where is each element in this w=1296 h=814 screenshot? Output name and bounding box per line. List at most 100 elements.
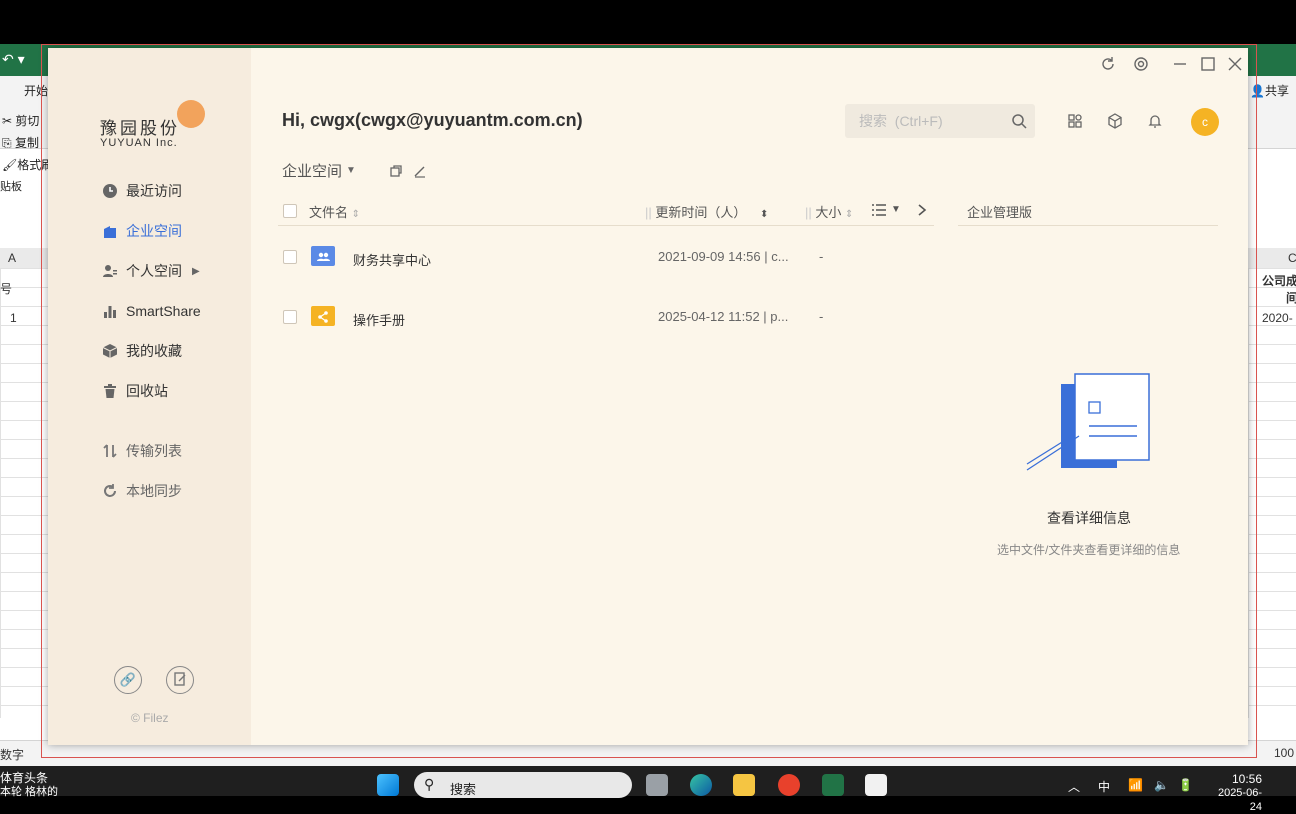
list-view-icon[interactable] xyxy=(869,200,889,220)
sidebar-item-transfer-list[interactable]: 传输列表 xyxy=(102,440,182,462)
sidebar-item-recycle-bin[interactable]: 回收站 xyxy=(102,380,168,402)
cell-a1[interactable]: 1 xyxy=(10,311,17,325)
caret-down-icon[interactable]: ▼ xyxy=(346,165,356,176)
file-updated: 2021-09-09 14:56 | c... xyxy=(658,249,789,264)
column-header-c[interactable]: C xyxy=(1288,251,1296,265)
clipboard-group-label: 贴板 xyxy=(0,181,22,193)
taskbar: 体育头条 本轮 格林的 ⚲ 搜索 ︿ 中 📶 🔈 🔋 10:56 2025-06… xyxy=(0,766,1296,813)
tab-enterprise-admin[interactable]: 企业管理版 xyxy=(967,202,1032,221)
filez-window: 豫园股份 YUYUAN Inc. 最近访问 企业空间 个人空间 ▶ SmartS… xyxy=(48,48,1248,745)
ime-indicator[interactable]: 中 xyxy=(1098,778,1110,795)
document-illustration-icon xyxy=(1026,373,1150,471)
minimize-icon[interactable] xyxy=(1170,54,1190,74)
sidebar-item-label: 个人空间 xyxy=(126,263,182,279)
column-header-name[interactable]: 文件名 ⇕ xyxy=(309,202,360,221)
link-button[interactable]: 🔗 xyxy=(114,666,142,694)
column-divider[interactable]: || xyxy=(805,205,812,220)
sidebar-item-label: 最近访问 xyxy=(126,183,182,199)
windows-start-icon[interactable] xyxy=(377,774,399,796)
sidebar-item-enterprise[interactable]: 企业空间 xyxy=(102,220,182,242)
avatar[interactable]: c xyxy=(1191,108,1219,136)
cell-right-header[interactable]: 公司成间 xyxy=(1262,272,1296,306)
filez-taskbar-icon[interactable] xyxy=(865,774,887,796)
feedback-button[interactable] xyxy=(166,666,194,694)
row-checkbox[interactable] xyxy=(283,310,297,324)
breadcrumb[interactable]: 企业空间 ▼ xyxy=(282,160,356,181)
taskbar-search-label: 搜索 xyxy=(450,782,477,797)
sort-active-icon[interactable]: ⬍ xyxy=(760,209,768,220)
search-box[interactable] xyxy=(845,104,1035,138)
sidebar: 豫园股份 YUYUAN Inc. 最近访问 企业空间 个人空间 ▶ SmartS… xyxy=(48,48,251,745)
copy-button[interactable]: ⎘ 复制 xyxy=(2,134,39,151)
sort-icon[interactable]: ⇕ xyxy=(845,209,853,220)
zoom-level[interactable]: 100 xyxy=(1274,746,1294,760)
file-updated: 2025-04-12 11:52 | p... xyxy=(658,309,789,324)
column-header-updated-label: 更新时间（人） xyxy=(655,205,747,220)
copy-icon[interactable] xyxy=(386,161,406,181)
column-header-updated[interactable]: || 更新时间（人） ⬍ xyxy=(645,202,768,221)
sidebar-item-label: 传输列表 xyxy=(126,443,182,459)
share-button[interactable]: 👤共享 xyxy=(1250,82,1289,99)
undo-icon[interactable]: ↶ ▾ xyxy=(2,51,25,68)
format-painter-button[interactable]: 🖌格式刷 xyxy=(2,156,53,173)
detail-empty-subtitle: 选中文件/文件夹查看更详细的信息 xyxy=(997,543,1181,557)
greeting: Hi, cwgx(cwgx@yuyuantm.com.cn) xyxy=(282,110,583,130)
row-checkbox[interactable] xyxy=(283,250,297,264)
cell-label[interactable]: 号 xyxy=(0,280,12,297)
cell-right-value[interactable]: 2020- xyxy=(1262,311,1293,325)
cut-button[interactable]: ✂ 剪切 xyxy=(2,112,39,129)
maximize-icon[interactable] xyxy=(1198,54,1218,74)
clock[interactable]: 10:56 2025-06-24 xyxy=(1212,772,1262,814)
chevron-right-icon[interactable]: ▶ xyxy=(192,266,200,277)
sidebar-item-label: 回收站 xyxy=(126,383,168,399)
battery-icon[interactable]: 🔋 xyxy=(1178,778,1193,792)
sort-icon[interactable]: ⇕ xyxy=(352,209,360,220)
cube-icon[interactable] xyxy=(1105,111,1125,131)
news-title: 体育头条 xyxy=(0,771,49,785)
taskbar-search[interactable]: ⚲ 搜索 xyxy=(414,772,632,798)
shared-folder-icon xyxy=(311,246,335,266)
refresh-icon[interactable] xyxy=(1098,54,1118,74)
file-explorer-icon[interactable] xyxy=(733,774,755,796)
cell-right-header-text-2: 间 xyxy=(1286,291,1296,305)
chevron-right-icon[interactable] xyxy=(912,200,932,220)
search-icon[interactable] xyxy=(1011,113,1027,132)
detail-empty-title: 查看详细信息 xyxy=(1047,510,1131,526)
building-icon xyxy=(102,223,118,239)
sidebar-item-smartshare[interactable]: SmartShare xyxy=(102,300,201,322)
sidebar-item-favorites[interactable]: 我的收藏 xyxy=(102,340,182,362)
select-all-checkbox[interactable] xyxy=(283,204,297,218)
app-red-icon[interactable] xyxy=(778,774,800,796)
settings-icon[interactable] xyxy=(1131,54,1151,74)
sidebar-item-personal[interactable]: 个人空间 ▶ xyxy=(102,260,200,282)
column-header-a[interactable]: A xyxy=(8,251,16,265)
column-divider[interactable]: || xyxy=(645,205,652,220)
excel-icon[interactable] xyxy=(822,774,844,796)
column-header-size[interactable]: || 大小 ⇕ xyxy=(805,202,853,221)
apps-icon[interactable] xyxy=(1065,111,1085,131)
volume-icon[interactable]: 🔈 xyxy=(1154,778,1169,792)
edge-icon[interactable] xyxy=(690,774,712,796)
task-view-icon[interactable] xyxy=(646,774,668,796)
column-header-size-label: 大小 xyxy=(815,205,842,220)
link-icon: 🔗 xyxy=(119,672,137,687)
logo: 豫园股份 YUYUAN Inc. xyxy=(100,100,205,149)
search-input[interactable] xyxy=(857,112,1001,130)
cut-label: 剪切 xyxy=(15,114,40,128)
transfer-icon xyxy=(102,443,118,459)
close-icon[interactable] xyxy=(1225,54,1245,74)
bell-icon[interactable] xyxy=(1145,111,1165,131)
clock-time: 10:56 xyxy=(1231,772,1262,786)
box-icon xyxy=(102,343,118,359)
tab-start[interactable]: 开始 xyxy=(24,82,48,99)
edit-icon[interactable] xyxy=(410,161,430,181)
chevron-up-icon[interactable]: ︿ xyxy=(1068,778,1080,795)
sidebar-item-local-sync[interactable]: 本地同步 xyxy=(102,480,182,502)
view-dropdown-icon[interactable]: ▼ xyxy=(891,204,901,215)
search-icon: ⚲ xyxy=(424,776,435,792)
wifi-icon[interactable]: 📶 xyxy=(1128,778,1143,792)
file-name[interactable]: 财务共享中心 xyxy=(353,250,431,269)
news-widget[interactable]: 体育头条 本轮 格林的 xyxy=(0,771,58,799)
sidebar-item-recent[interactable]: 最近访问 xyxy=(102,180,182,202)
file-name[interactable]: 操作手册 xyxy=(353,310,405,329)
